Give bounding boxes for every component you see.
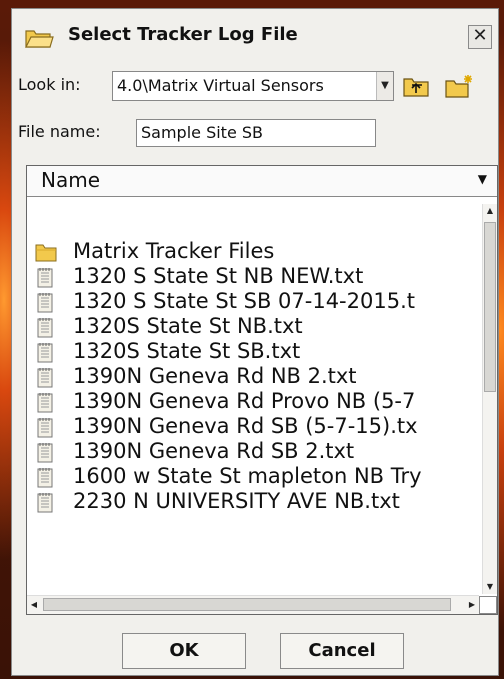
create-new-folder-button[interactable] [444,73,472,99]
file-item[interactable]: 1390N Geneva Rd Provo NB (5-7 [27,389,479,415]
chevron-down-icon[interactable]: ▼ [376,72,393,100]
item-label: Matrix Tracker Files [73,239,275,263]
file-list[interactable]: Name ▼ Matrix Tracker Files 1320 S State … [26,165,498,615]
text-file-icon [35,342,55,363]
close-icon: ✕ [472,25,488,46]
up-one-level-button[interactable] [402,73,430,99]
vertical-scrollbar[interactable]: ▲ ▼ [482,204,497,594]
scroll-up-arrow-icon[interactable]: ▲ [483,204,497,218]
file-name-input[interactable]: Sample Site SB [136,119,376,147]
horizontal-scrollbar[interactable]: ◀ ▶ [27,595,479,614]
text-file-icon [35,317,55,338]
file-item[interactable]: 1320S State St SB.txt [27,339,479,365]
title-bar: Select Tracker Log File ✕ [12,9,498,57]
new-folder-icon [445,75,472,98]
folder-icon [35,242,57,262]
scroll-right-arrow-icon[interactable]: ▶ [465,598,479,612]
item-label: 1320S State St SB.txt [73,339,301,363]
open-folder-icon [24,25,54,53]
file-item[interactable]: 1320 S State St NB NEW.txt [27,264,479,290]
item-label: 1320 S State St SB 07-14-2015.t [73,289,415,313]
file-item[interactable]: 2230 N UNIVERSITY AVE NB.txt [27,489,479,515]
file-list-items: Matrix Tracker Files 1320 S State St NB N… [27,239,479,515]
text-file-icon [35,417,55,438]
item-label: 1320S State St NB.txt [73,314,303,338]
text-file-icon [35,392,55,413]
cancel-button[interactable]: Cancel [280,633,404,669]
file-item[interactable]: 1390N Geneva Rd NB 2.txt [27,364,479,390]
size-grip [479,596,497,614]
text-file-icon [35,292,55,313]
horizontal-scroll-thumb[interactable] [43,598,451,611]
file-name-label: File name: [18,122,101,141]
file-item[interactable]: 1320 S State St SB 07-14-2015.t [27,289,479,315]
ok-button[interactable]: OK [122,633,246,669]
text-file-icon [35,267,55,288]
file-item[interactable]: 1320S State St NB.txt [27,314,479,340]
file-item[interactable]: 1390N Geneva Rd SB 2.txt [27,439,479,465]
file-item[interactable]: 1390N Geneva Rd SB (5-7-15).tx [27,414,479,440]
item-label: 1390N Geneva Rd SB 2.txt [73,439,355,463]
file-item[interactable]: 1600 w State St mapleton NB Try [27,464,479,490]
folder-item[interactable]: Matrix Tracker Files [27,239,479,265]
scroll-down-arrow-icon[interactable]: ▼ [483,580,497,594]
item-label: 1390N Geneva Rd SB (5-7-15).tx [73,414,418,438]
item-label: 1600 w State St mapleton NB Try [73,464,422,488]
dialog-title: Select Tracker Log File [68,24,298,45]
column-header-label: Name [41,168,101,192]
folder-up-icon [403,78,429,97]
vertical-scroll-thumb[interactable] [484,222,496,392]
look-in-label: Look in: [18,75,81,94]
scroll-left-arrow-icon[interactable]: ◀ [27,598,41,612]
file-name-value: Sample Site SB [141,123,264,142]
text-file-icon [35,467,55,488]
select-tracker-log-file-dialog: Select Tracker Log File ✕ Look in: 4.0\M… [11,8,499,676]
text-file-icon [35,492,55,513]
text-file-icon [35,442,55,463]
look-in-dropdown[interactable]: 4.0\Matrix Virtual Sensors ▼ [112,71,394,101]
close-button[interactable]: ✕ [468,25,492,49]
item-label: 1320 S State St NB NEW.txt [73,264,364,288]
sort-arrow-icon[interactable]: ▼ [478,172,487,186]
name-column-header[interactable]: Name ▼ [27,166,497,197]
item-label: 1390N Geneva Rd NB 2.txt [73,364,357,388]
text-file-icon [35,367,55,388]
item-label: 1390N Geneva Rd Provo NB (5-7 [73,389,416,413]
item-label: 2230 N UNIVERSITY AVE NB.txt [73,489,400,513]
look-in-value: 4.0\Matrix Virtual Sensors [117,76,324,95]
